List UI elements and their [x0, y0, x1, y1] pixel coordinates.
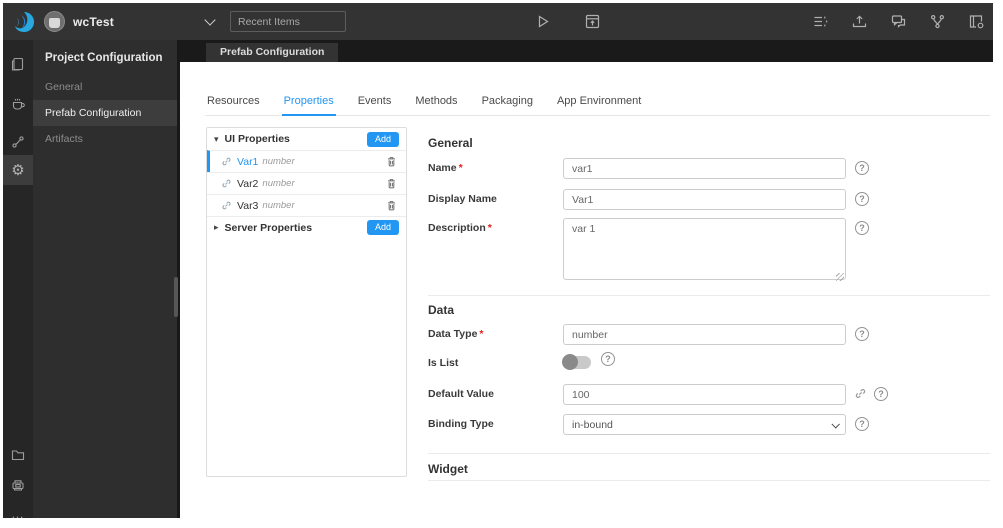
- top-bar: wcTest: [3, 3, 993, 40]
- main-content: Resources Properties Events Methods Pack…: [180, 62, 993, 518]
- bind-property-link-icon[interactable]: [854, 387, 868, 401]
- add-server-property-button[interactable]: Add: [367, 220, 399, 235]
- expand-triangle-icon: ▸: [214, 222, 219, 232]
- delete-var2-icon[interactable]: [385, 177, 399, 191]
- section-divider: [428, 453, 990, 454]
- section-title-data: Data: [428, 303, 455, 317]
- property-item-var2[interactable]: Var2 number: [207, 172, 406, 194]
- is-list-help-icon[interactable]: ?: [601, 352, 615, 366]
- select-chevron-icon: [831, 420, 840, 429]
- display-name-label: Display Name: [428, 193, 497, 205]
- data-type-help-icon[interactable]: ?: [855, 327, 869, 341]
- required-asterisk: *: [487, 222, 492, 234]
- property-item-var1[interactable]: Var1 number: [207, 150, 406, 172]
- section-tabs: Resources Properties Events Methods Pack…: [205, 95, 990, 116]
- is-list-field-row: Is List ?: [428, 352, 990, 370]
- file-explorer-folder-icon[interactable]: [3, 440, 33, 470]
- add-ui-property-button[interactable]: Add: [367, 131, 399, 147]
- preview-window-icon[interactable]: [583, 13, 601, 31]
- recent-items-input[interactable]: [230, 11, 346, 32]
- tab-methods[interactable]: Methods: [413, 95, 459, 115]
- section-title-general: General: [428, 136, 473, 150]
- bind-link-icon: [221, 178, 232, 189]
- tab-packaging[interactable]: Packaging: [480, 95, 535, 115]
- apis-connector-icon[interactable]: [3, 127, 33, 157]
- name-help-icon[interactable]: ?: [855, 161, 869, 175]
- description-help-icon[interactable]: ?: [855, 221, 869, 235]
- project-configuration-nav: Project Configuration General Prefab Con…: [33, 40, 180, 518]
- tab-resources[interactable]: Resources: [205, 95, 262, 115]
- nav-item-artifacts[interactable]: Artifacts: [33, 126, 177, 152]
- tab-app-environment[interactable]: App Environment: [555, 95, 643, 115]
- collapse-triangle-icon: ▾: [214, 133, 219, 144]
- delete-var3-icon[interactable]: [385, 199, 399, 213]
- section-title-widget: Widget: [428, 462, 468, 476]
- workspace-tab-strip: Prefab Configuration: [180, 40, 993, 62]
- data-type-field-row: Data Type* ?: [428, 324, 990, 345]
- project-switcher-chevron-icon[interactable]: [204, 13, 216, 26]
- nav-scrollbar-thumb[interactable]: [174, 277, 178, 317]
- export-project-icon[interactable]: [967, 13, 985, 31]
- section-divider: [428, 480, 990, 481]
- nav-item-general[interactable]: General: [33, 74, 177, 100]
- bind-link-icon: [221, 156, 232, 167]
- description-label: Description: [428, 222, 486, 234]
- app-window: wcTest Recent Items ⚙ … Project Configur…: [3, 3, 993, 518]
- ui-properties-group-header[interactable]: ▾ UI Properties Add: [207, 128, 406, 150]
- required-asterisk: *: [458, 162, 463, 174]
- default-value-label: Default Value: [428, 388, 494, 400]
- tab-properties[interactable]: Properties: [281, 95, 336, 116]
- project-avatar[interactable]: [44, 11, 65, 32]
- tab-events[interactable]: Events: [356, 95, 394, 115]
- binding-type-help-icon[interactable]: ?: [855, 417, 869, 431]
- display-name-field-row: Display Name ?: [428, 189, 990, 210]
- default-value-field-row: Default Value ?: [428, 384, 990, 405]
- left-icon-rail: ⚙ …: [3, 40, 33, 518]
- printer-icon[interactable]: [3, 470, 33, 500]
- property-item-var3[interactable]: Var3 number: [207, 194, 406, 216]
- delete-var1-icon[interactable]: [385, 155, 399, 169]
- binding-type-label: Binding Type: [428, 418, 494, 430]
- name-field-row: Name* ?: [428, 158, 990, 179]
- wavemaker-logo-icon: [15, 11, 34, 32]
- default-value-input[interactable]: [563, 384, 846, 405]
- description-textarea[interactable]: var 1: [563, 218, 846, 280]
- is-list-toggle[interactable]: [562, 354, 591, 370]
- settings-gear-icon[interactable]: ⚙: [3, 155, 33, 185]
- deploy-upload-icon[interactable]: [850, 13, 868, 31]
- binding-type-value: in-bound: [572, 418, 613, 431]
- data-type-input[interactable]: [563, 324, 846, 345]
- resize-grip-icon[interactable]: [836, 273, 844, 281]
- is-list-label: Is List: [428, 357, 459, 369]
- properties-list-panel: ▾ UI Properties Add Var1 number Var2 num…: [206, 127, 407, 477]
- property-form: General Name* ? Display Name ? Descripti…: [428, 136, 990, 506]
- pages-icon[interactable]: [3, 49, 33, 79]
- required-asterisk: *: [479, 328, 484, 340]
- description-field-row: Description * var 1 ?: [428, 218, 990, 285]
- more-options-icon[interactable]: …: [3, 498, 33, 519]
- feedback-chat-icon[interactable]: [889, 13, 907, 31]
- data-type-label: Data Type: [428, 328, 478, 340]
- server-properties-group-header[interactable]: ▸ Server Properties Add: [207, 216, 406, 238]
- binding-type-select[interactable]: in-bound: [563, 414, 846, 435]
- prefab-cup-icon[interactable]: [3, 89, 33, 119]
- default-value-help-icon[interactable]: ?: [874, 387, 888, 401]
- version-control-branch-icon[interactable]: [928, 13, 946, 31]
- name-label: Name: [428, 162, 457, 174]
- binding-type-field-row: Binding Type in-bound ?: [428, 414, 990, 435]
- workspace-tab-prefab-configuration[interactable]: Prefab Configuration: [206, 43, 339, 62]
- display-name-input[interactable]: [563, 189, 846, 210]
- display-name-help-icon[interactable]: ?: [855, 192, 869, 206]
- bind-link-icon: [221, 200, 232, 211]
- preferences-list-icon[interactable]: [811, 13, 829, 31]
- nav-item-prefab-configuration[interactable]: Prefab Configuration: [33, 100, 177, 126]
- name-input[interactable]: [563, 158, 846, 179]
- run-icon[interactable]: [533, 13, 551, 31]
- project-name[interactable]: wcTest: [73, 15, 114, 29]
- nav-title: Project Configuration: [45, 52, 163, 64]
- section-divider: [428, 295, 990, 296]
